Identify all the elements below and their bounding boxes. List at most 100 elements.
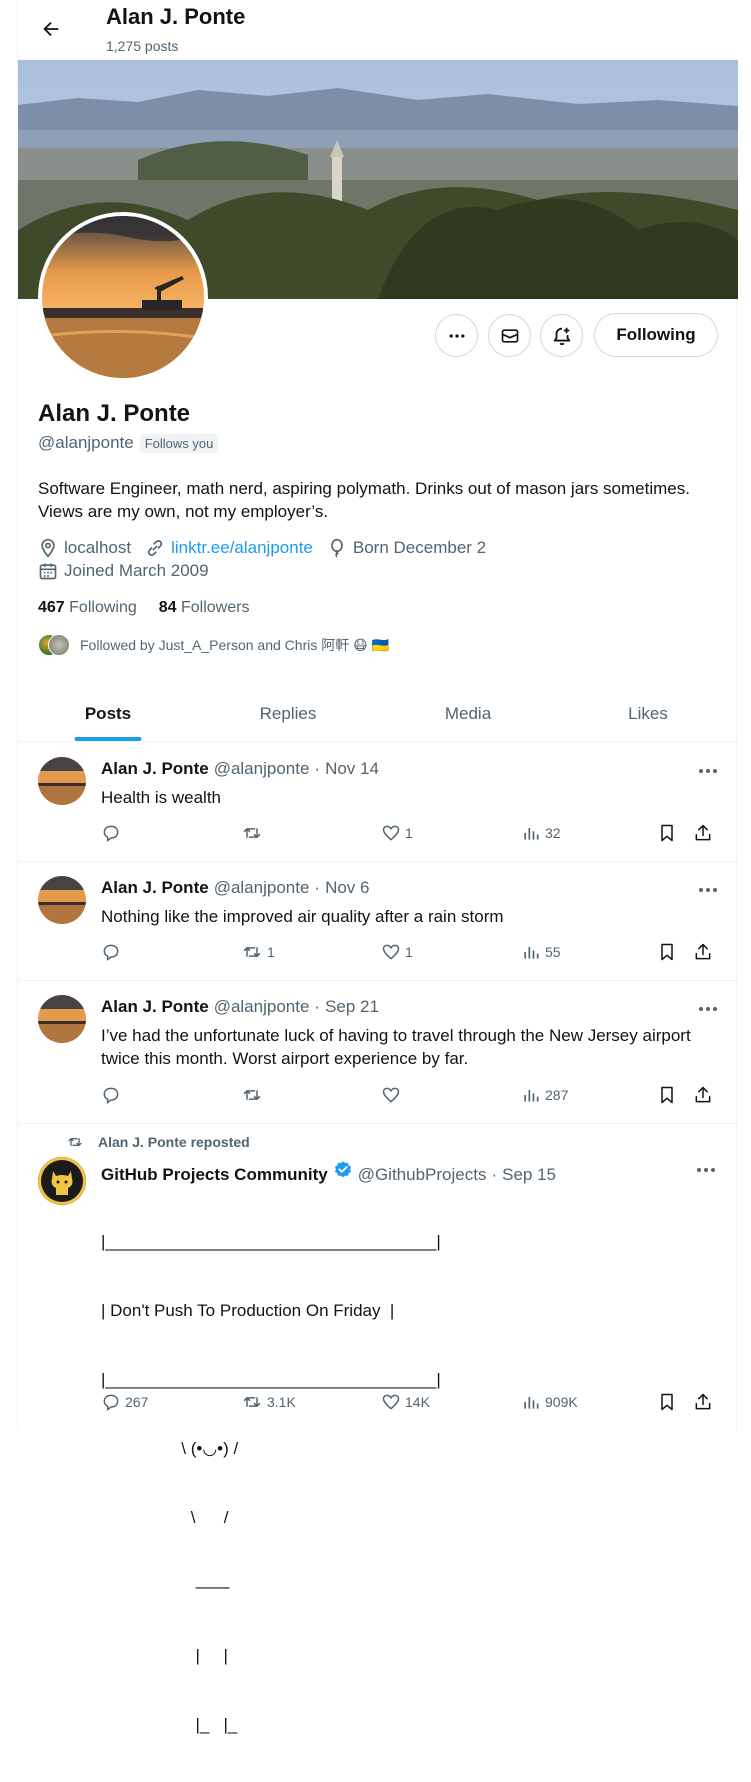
ascii-line: —— — [101, 1577, 230, 1596]
profile-meta-row: localhost linktr.ee/alanjponte Born Dece… — [38, 538, 500, 558]
post-date[interactable]: Sep 15 — [502, 1165, 556, 1185]
post-author-handle[interactable]: @alanjponte — [214, 759, 310, 779]
post-author-handle[interactable]: @alanjponte — [214, 878, 310, 898]
post-author-avatar[interactable] — [38, 995, 86, 1043]
repost-button[interactable] — [241, 823, 267, 843]
post-author-handle[interactable]: @GithubProjects — [358, 1165, 487, 1185]
reply-button[interactable] — [101, 942, 125, 962]
reply-button[interactable] — [101, 1085, 125, 1105]
post-item[interactable]: Alan J. Ponte @alanjponte · Nov 6 Nothin… — [18, 862, 738, 981]
ascii-line: | | — [101, 1646, 228, 1665]
post-date[interactable]: Sep 21 — [325, 997, 379, 1017]
like-button[interactable]: 14K — [381, 1392, 430, 1412]
view-count: 55 — [545, 944, 561, 960]
tab-likes[interactable]: Likes — [558, 686, 738, 741]
post-author-name[interactable]: Alan J. Ponte — [101, 759, 209, 779]
views-button[interactable]: 55 — [521, 942, 561, 962]
header-post-count: 1,275 posts — [106, 38, 179, 54]
repost-icon — [68, 1138, 82, 1146]
back-button[interactable] — [34, 12, 68, 46]
verified-badge-icon — [334, 1161, 351, 1178]
follow-counts: 467 Following 84 Followers — [38, 599, 249, 617]
post-date[interactable]: Nov 14 — [325, 759, 379, 779]
post-author-avatar[interactable] — [38, 876, 86, 924]
profile-avatar[interactable] — [38, 212, 208, 382]
joined-item: Joined March 2009 — [38, 561, 209, 581]
repost-icon — [243, 1397, 261, 1407]
reply-icon — [103, 825, 119, 842]
post-item[interactable]: Alan J. Ponte @alanjponte · Nov 14 Healt… — [18, 743, 738, 862]
reply-button[interactable] — [101, 823, 125, 843]
location-item: localhost — [38, 538, 131, 558]
views-button[interactable]: 909K — [521, 1392, 578, 1412]
post-author-name[interactable]: Alan J. Ponte — [101, 997, 209, 1017]
bookmark-button[interactable] — [657, 823, 677, 843]
website-link[interactable]: linktr.ee/alanjponte — [171, 538, 313, 558]
follows-you-badge: Follows you — [139, 433, 219, 453]
following-button[interactable]: Following — [594, 313, 718, 357]
birthday-text: Born December 2 — [352, 538, 487, 557]
share-button[interactable] — [693, 942, 713, 962]
share-button[interactable] — [693, 823, 713, 843]
followers-count-link[interactable]: 84 Followers — [159, 599, 250, 617]
like-count: 1 — [405, 825, 413, 841]
message-button[interactable] — [488, 314, 531, 357]
bookmark-icon — [661, 943, 673, 961]
website-item[interactable]: linktr.ee/alanjponte — [145, 538, 313, 558]
repost-button[interactable]: 1 — [241, 942, 275, 962]
more-options-button[interactable] — [435, 314, 478, 357]
repost-icon — [243, 1090, 261, 1100]
post-ascii-art: |___________________________________| | … — [101, 1184, 441, 1782]
post-author-name[interactable]: GitHub Projects Community — [101, 1165, 328, 1185]
following-count-link[interactable]: 467 Following — [38, 599, 137, 617]
like-button[interactable]: 1 — [381, 942, 413, 962]
more-dots-icon — [699, 1007, 717, 1011]
following-label: Following — [69, 599, 137, 616]
bookmark-button[interactable] — [657, 1085, 677, 1105]
share-button[interactable] — [693, 1085, 713, 1105]
bookmark-button[interactable] — [657, 942, 677, 962]
like-button[interactable]: 1 — [381, 823, 413, 843]
reply-icon — [103, 1087, 119, 1104]
repost-button[interactable] — [241, 1085, 267, 1105]
post-more-button[interactable] — [696, 999, 720, 1019]
views-button[interactable]: 287 — [521, 1085, 568, 1105]
repost-icon — [243, 947, 261, 957]
tab-media[interactable]: Media — [378, 686, 558, 741]
post-date[interactable]: Nov 6 — [325, 878, 369, 898]
share-button[interactable] — [693, 1392, 713, 1412]
views-chart-icon — [524, 1397, 539, 1409]
notifications-button[interactable] — [540, 314, 583, 357]
like-count: 14K — [405, 1394, 430, 1410]
view-count: 909K — [545, 1394, 578, 1410]
ascii-line: \ (•◡•) / — [101, 1439, 239, 1458]
ascii-line: |___________________________________| — [101, 1232, 441, 1251]
post-more-button[interactable] — [696, 880, 720, 900]
profile-page: Alan J. Ponte 1,275 posts Following Alan… — [17, 0, 738, 1734]
profile-joined-row: Joined March 2009 — [38, 561, 223, 581]
reply-button[interactable]: 267 — [101, 1392, 148, 1412]
tab-replies[interactable]: Replies — [198, 686, 378, 741]
reply-count: 267 — [125, 1394, 149, 1410]
repost-indicator: Alan J. Ponte reposted — [66, 1134, 250, 1150]
post-author-avatar[interactable] — [38, 757, 86, 805]
post-author-handle[interactable]: @alanjponte — [214, 997, 310, 1017]
reply-icon — [103, 1394, 119, 1411]
followed-by-row[interactable]: Followed by Just_A_Person and Chris 阿軒 😷… — [38, 634, 389, 656]
bookmark-button[interactable] — [657, 1392, 677, 1412]
post-author-name[interactable]: Alan J. Ponte — [101, 878, 209, 898]
repost-label[interactable]: Alan J. Ponte reposted — [98, 1134, 250, 1150]
bookmark-icon — [661, 1393, 673, 1411]
like-button[interactable] — [381, 1085, 405, 1105]
post-more-button[interactable] — [696, 761, 720, 781]
repost-button[interactable]: 3.1K — [241, 1392, 296, 1412]
header-title: Alan J. Ponte — [106, 4, 246, 29]
post-text: Health is wealth — [101, 788, 222, 807]
views-button[interactable]: 32 — [521, 823, 561, 843]
location-pin-icon — [41, 538, 55, 558]
post-more-button[interactable] — [694, 1160, 718, 1180]
post-author-avatar[interactable] — [38, 1157, 86, 1205]
tab-posts[interactable]: Posts — [18, 686, 198, 741]
post-item[interactable]: Alan J. Ponte @alanjponte · Sep 21 I’ve … — [18, 981, 738, 1124]
ascii-line: |_ |_ — [101, 1715, 238, 1734]
